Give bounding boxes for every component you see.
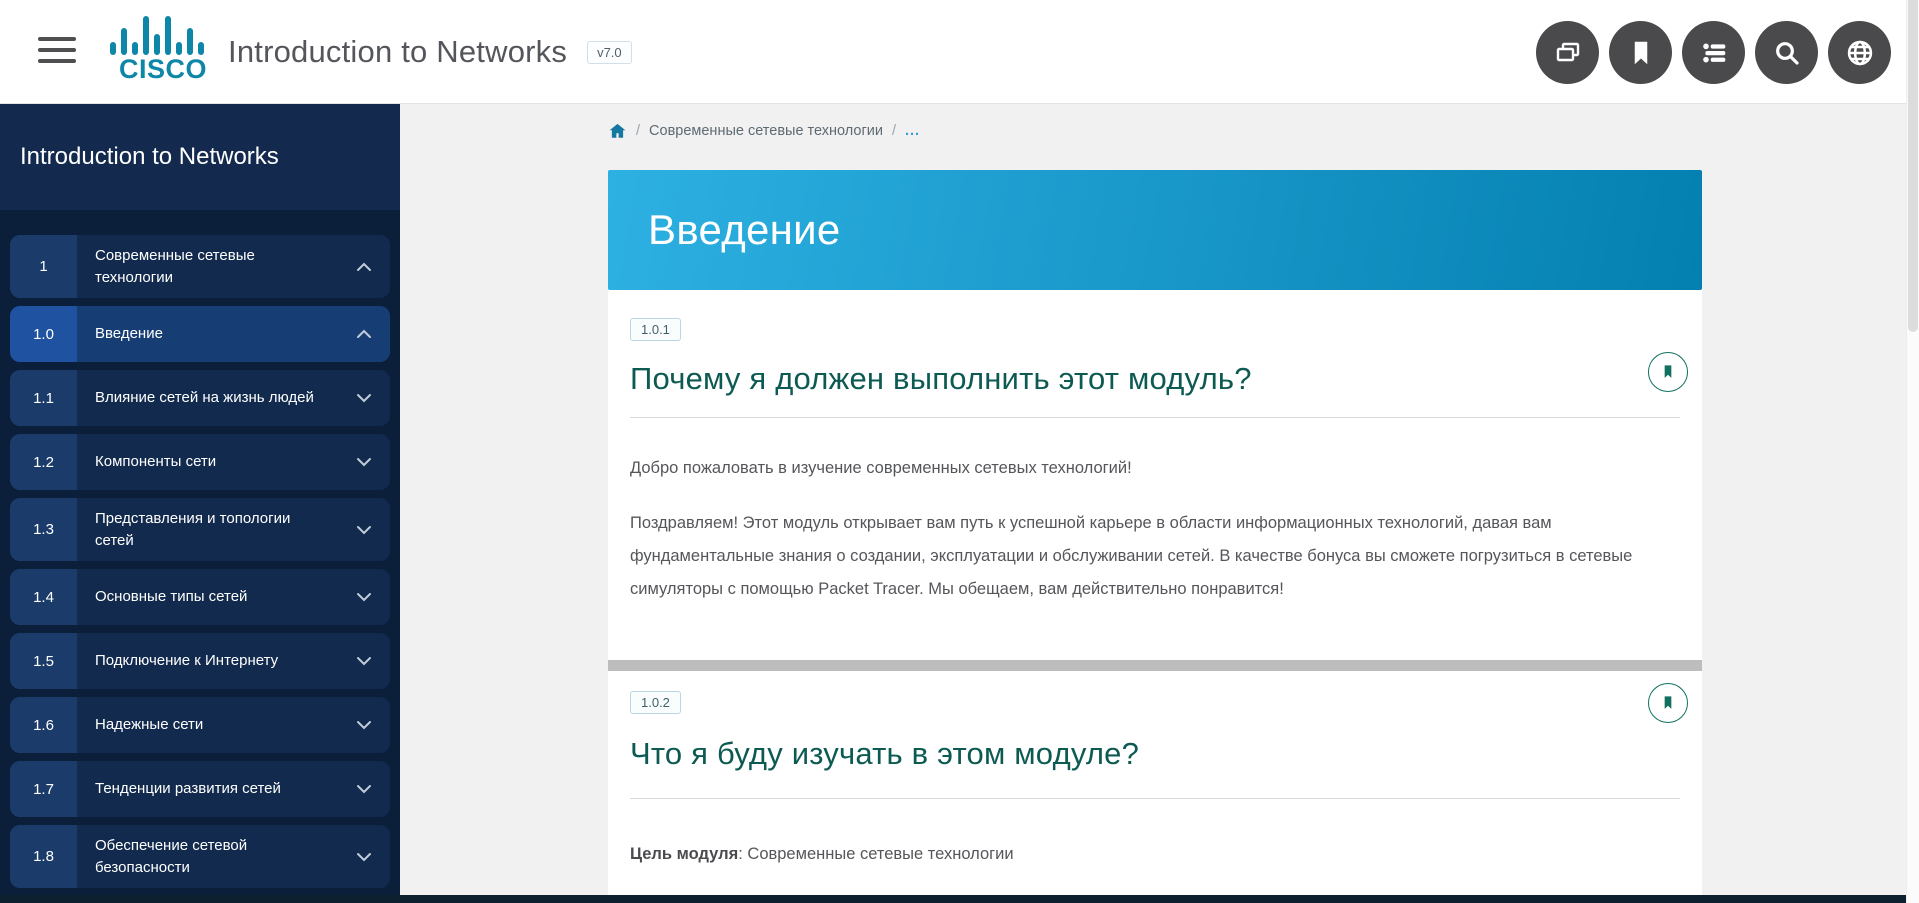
chevron-down-icon <box>338 569 390 625</box>
chapter-label: Обеспечение сетевой безопасности <box>77 825 338 888</box>
chapter-number: 1.8 <box>10 825 77 888</box>
bookmark-icon <box>1658 693 1678 713</box>
section-title: Почему я должен выполнить этот модуль? <box>630 361 1680 397</box>
slides-icon[interactable] <box>1536 21 1599 84</box>
contents-list-icon[interactable] <box>1682 21 1745 84</box>
chapter-label: Представления и топологии сетей <box>77 498 338 561</box>
bookmark-section-button[interactable] <box>1648 683 1688 723</box>
section-1-0-1: 1.0.1 Почему я должен выполнить этот мод… <box>608 290 1702 606</box>
chevron-down-icon <box>338 697 390 753</box>
topic-badge: 1.0.1 <box>630 318 681 341</box>
header-actions <box>1536 21 1891 84</box>
chevron-down-icon <box>338 498 390 561</box>
sidebar-item-1-0[interactable]: 1.0 Введение <box>10 306 390 362</box>
chapter-number: 1.0 <box>10 306 77 362</box>
content-card: 1.0.1 Почему я должен выполнить этот мод… <box>608 290 1702 895</box>
sidebar-item-1-6[interactable]: 1.6 Надежные сети <box>10 697 390 753</box>
breadcrumb-separator: / <box>636 123 640 139</box>
chapter-label: Надежные сети <box>77 697 338 753</box>
sidebar-item-1-1[interactable]: 1.1 Влияние сетей на жизнь людей <box>10 370 390 426</box>
chapter-label: Влияние сетей на жизнь людей <box>77 370 338 426</box>
sidebar-item-1-4[interactable]: 1.4 Основные типы сетей <box>10 569 390 625</box>
chapter-number: 1.3 <box>10 498 77 561</box>
search-icon[interactable] <box>1755 21 1818 84</box>
cisco-logo: CISCO <box>108 14 218 85</box>
heading-rule <box>630 798 1680 799</box>
chevron-up-icon <box>338 306 390 362</box>
paragraph: Поздравляем! Этот модуль открывает вам п… <box>630 507 1680 606</box>
topic-badge: 1.0.2 <box>630 691 681 714</box>
module-goal-label: Цель модуля <box>630 845 738 863</box>
chapter-number: 1.6 <box>10 697 77 753</box>
chapter-label: Введение <box>77 306 338 362</box>
chevron-down-icon <box>338 434 390 490</box>
home-icon[interactable] <box>608 122 627 140</box>
scrollbar-thumb[interactable] <box>1908 0 1918 332</box>
paragraph: Добро пожаловать в изучение современных … <box>630 452 1680 485</box>
breadcrumb: / Современные сетевые технологии / ... <box>608 122 920 140</box>
chapter-number: 1.2 <box>10 434 77 490</box>
chapter-label: Тенденции развития сетей <box>77 761 338 817</box>
footer-bar <box>0 895 1919 903</box>
chevron-up-icon <box>338 235 390 298</box>
sidebar-item-1[interactable]: 1 Современные сетевые технологии <box>10 235 390 298</box>
bookmark-icon <box>1658 362 1678 382</box>
sidebar-item-1-8[interactable]: 1.8 Обеспечение сетевой безопасности <box>10 825 390 888</box>
module-banner-title: Введение <box>608 206 841 254</box>
cisco-logo-text: CISCO <box>108 54 218 85</box>
course-title: Introduction to Networks <box>0 104 400 210</box>
menu-icon[interactable] <box>38 37 78 67</box>
bookmark-icon[interactable] <box>1609 21 1672 84</box>
page-title: Introduction to Networks <box>228 34 567 70</box>
sidebar-item-1-5[interactable]: 1.5 Подключение к Интернету <box>10 633 390 689</box>
chevron-down-icon <box>338 761 390 817</box>
cisco-logo-icon <box>108 14 212 56</box>
module-banner: Введение <box>608 170 1702 290</box>
chapter-number: 1.4 <box>10 569 77 625</box>
sidebar-item-1-7[interactable]: 1.7 Тенденции развития сетей <box>10 761 390 817</box>
heading-rule <box>630 417 1680 418</box>
chapter-label: Подключение к Интернету <box>77 633 338 689</box>
version-badge: v7.0 <box>587 41 632 64</box>
globe-icon[interactable] <box>1828 21 1891 84</box>
chevron-down-icon <box>338 825 390 888</box>
chapter-label: Основные типы сетей <box>77 569 338 625</box>
section-1-0-2: 1.0.2 Что я буду изучать в этом модуле? … <box>608 671 1702 864</box>
breadcrumb-ellipsis[interactable]: ... <box>905 123 920 139</box>
breadcrumb-course[interactable]: Современные сетевые технологии <box>649 123 883 139</box>
chapter-number: 1.5 <box>10 633 77 689</box>
section-title: Что я буду изучать в этом модуле? <box>630 736 1680 772</box>
module-goal: Цель модуля: Современные сетевые техноло… <box>630 845 1680 864</box>
bookmark-section-button[interactable] <box>1648 352 1688 392</box>
chevron-down-icon <box>338 633 390 689</box>
module-nav: 1 Современные сетевые технологии 1.0 Вве… <box>0 210 400 888</box>
chapter-label: Современные сетевые технологии <box>77 235 338 298</box>
section-divider <box>608 660 1702 671</box>
chapter-number: 1.7 <box>10 761 77 817</box>
chapter-number: 1.1 <box>10 370 77 426</box>
sidebar-item-1-2[interactable]: 1.2 Компоненты сети <box>10 434 390 490</box>
breadcrumb-separator: / <box>892 123 896 139</box>
scrollbar[interactable] <box>1906 0 1919 903</box>
module-goal-value: : Современные сетевые технологии <box>738 845 1013 863</box>
header: CISCO Introduction to Networks v7.0 <box>0 0 1919 104</box>
chevron-down-icon <box>338 370 390 426</box>
sidebar: Introduction to Networks 1 Современные с… <box>0 104 400 903</box>
chapter-number: 1 <box>10 235 77 298</box>
chapter-label: Компоненты сети <box>77 434 338 490</box>
sidebar-item-1-3[interactable]: 1.3 Представления и топологии сетей <box>10 498 390 561</box>
